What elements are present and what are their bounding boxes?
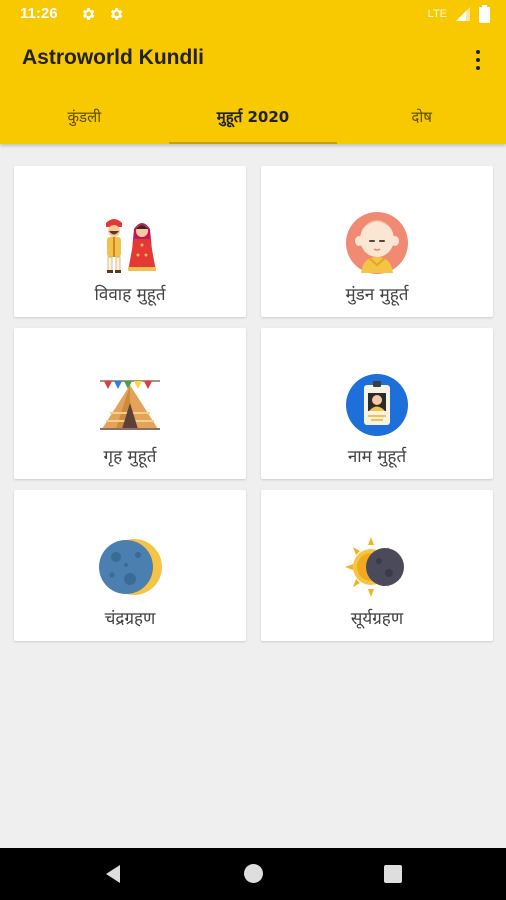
card-mundan-muhurat[interactable]: मुंडन मुहूर्त xyxy=(261,166,493,317)
gear-icon xyxy=(82,8,95,20)
app-bar: Astroworld Kundli xyxy=(0,30,506,90)
network-type: LTE xyxy=(427,8,447,20)
recents-icon[interactable] xyxy=(384,865,402,883)
tab-dosh[interactable]: दोष xyxy=(337,90,506,144)
baby-face-icon xyxy=(346,212,408,274)
system-nav-bar xyxy=(0,848,506,900)
card-label: चंद्रग्रहण xyxy=(104,609,156,629)
tab-muhurat-2020[interactable]: मुहूर्त 2020 xyxy=(168,90,338,144)
muhurat-grid: विवाह मुहूर्त मुंडन मुहूर्त गृह मुहूर्त … xyxy=(14,166,493,641)
home-icon[interactable] xyxy=(244,864,263,883)
more-vert-icon[interactable] xyxy=(468,48,488,72)
card-suryagrahan[interactable]: सूर्यग्रहण xyxy=(261,490,493,641)
card-label: गृह मुहूर्त xyxy=(103,447,157,467)
card-griha-muhurat[interactable]: गृह मुहूर्त xyxy=(14,328,246,479)
battery-icon xyxy=(479,5,490,23)
app-title: Astroworld Kundli xyxy=(22,46,204,69)
gear-icon xyxy=(110,8,123,20)
solar-eclipse-icon xyxy=(345,537,404,597)
tab-kundli[interactable]: कुंडली xyxy=(0,90,169,144)
wedding-couple-icon xyxy=(106,219,156,273)
signal-icon xyxy=(456,7,470,21)
card-label: मुंडन मुहूर्त xyxy=(345,285,409,305)
card-label: विवाह मुहूर्त xyxy=(94,285,166,305)
tent-house-icon xyxy=(100,380,160,430)
card-label: सूर्यग्रहण xyxy=(350,609,404,629)
card-label: नाम मुहूर्त xyxy=(347,447,407,467)
status-time: 11:26 xyxy=(20,5,58,22)
card-chandragrahan[interactable]: चंद्रग्रहण xyxy=(14,490,246,641)
name-badge-icon xyxy=(346,374,408,436)
status-bar: 11:26 LTE xyxy=(0,0,506,30)
lunar-eclipse-icon xyxy=(99,539,162,595)
card-vivah-muhurat[interactable]: विवाह मुहूर्त xyxy=(14,166,246,317)
back-icon[interactable] xyxy=(104,864,122,884)
card-naam-muhurat[interactable]: नाम मुहूर्त xyxy=(261,328,493,479)
tab-bar: कुंडली मुहूर्त 2020 दोष xyxy=(0,90,506,144)
